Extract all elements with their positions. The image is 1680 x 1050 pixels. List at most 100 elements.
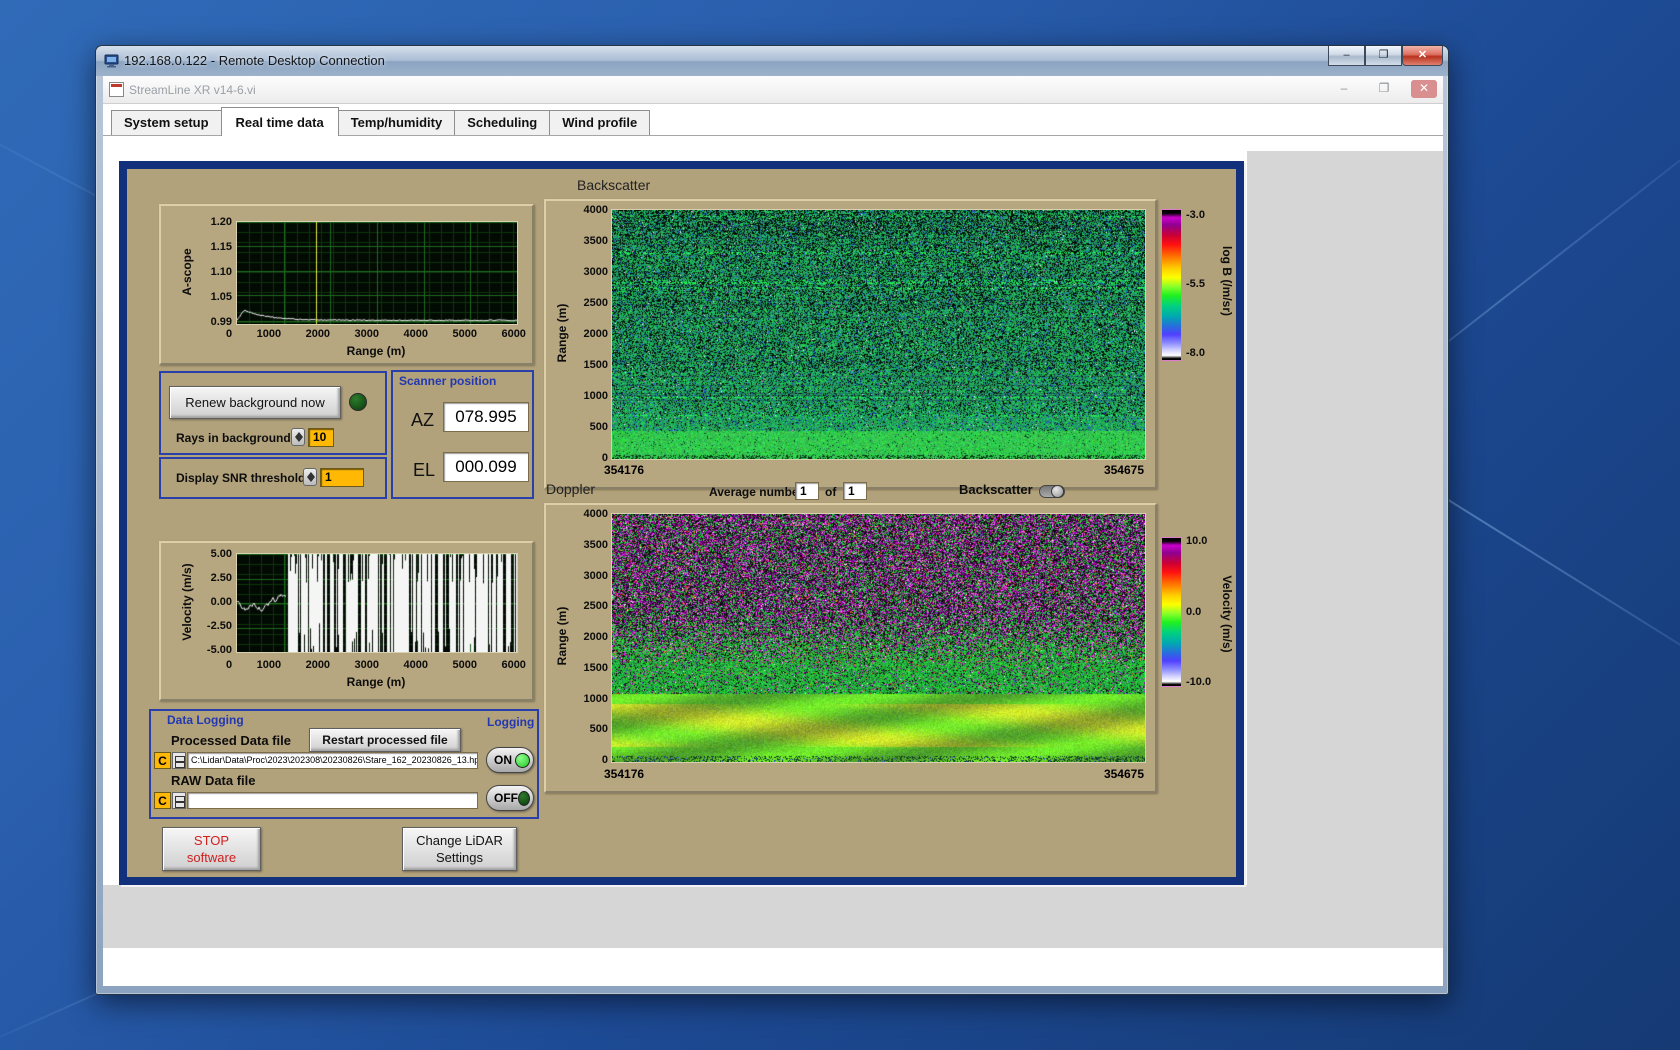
doppler-colorbar (1161, 537, 1182, 687)
rdp-close-button[interactable]: ✕ (1402, 46, 1443, 66)
change-lidar-line2: Settings (436, 849, 483, 866)
az-label: AZ (411, 410, 434, 431)
processed-path-field[interactable]: C:\Lidar\Data\Proc\2023\202308\20230826\… (187, 752, 478, 769)
on-label: ON (494, 753, 512, 767)
vi-window-title: StreamLine XR v14-6.vi (129, 83, 256, 97)
velocity-ylabel: Velocity (m/s) (180, 547, 194, 657)
snr-threshold-group: Display SNR threshold 1 (159, 457, 387, 499)
vi-bg-bottom (103, 885, 1443, 948)
rays-spinner[interactable] (291, 428, 305, 446)
logging-off-button[interactable]: OFF (486, 785, 534, 811)
tab-system-setup[interactable]: System setup (111, 110, 222, 135)
doppler-x-start: 354176 (604, 767, 644, 781)
doppler-ylabel: Range (m) (555, 581, 569, 691)
ascope-plot-canvas (236, 221, 518, 325)
logging-on-button[interactable]: ON (486, 747, 534, 773)
backscatter-colorbar (1161, 209, 1182, 361)
backscatter-colorbar-tick: -8.0 (1186, 347, 1226, 359)
change-lidar-settings-button[interactable]: Change LiDAR Settings (402, 827, 517, 871)
rdp-maximize-button[interactable]: ❐ (1365, 46, 1402, 66)
on-led (515, 753, 530, 768)
vi-titlebar[interactable]: StreamLine XR v14-6.vi – ❐ ✕ (103, 76, 1443, 104)
remote-session: StreamLine XR v14-6.vi – ❐ ✕ System setu… (103, 76, 1443, 986)
doppler-plot-canvas (611, 513, 1146, 763)
tab-scheduling[interactable]: Scheduling (454, 110, 550, 135)
el-value-field[interactable]: 000.099 (443, 452, 529, 482)
backscatter-x-start: 354176 (604, 463, 644, 477)
doppler-colorbar-label: Velocity (m/s) (1220, 559, 1234, 669)
vi-bg-right (1247, 151, 1443, 948)
doppler-y-ticks: 4000 3500 3000 2500 2000 1500 1000 500 0 (571, 508, 608, 766)
scanner-position-title: Scanner position (399, 374, 496, 388)
off-label: OFF (494, 791, 518, 805)
vi-restore-button[interactable]: ❐ (1371, 80, 1397, 98)
front-panel: 1.20 1.15 1.10 1.05 0.99 A-scope 0 1000 2000 30… (119, 161, 1244, 885)
renew-background-button[interactable]: Renew background now (169, 386, 341, 419)
ascope-ylabel: A-scope (180, 217, 194, 327)
rays-in-background-label: Rays in background (176, 431, 291, 445)
desktop-background: 192.168.0.122 - Remote Desktop Connectio… (0, 0, 1680, 1050)
tab-real-time-data[interactable]: Real time data (221, 107, 339, 136)
el-label: EL (413, 460, 435, 481)
doppler-x-end: 354675 (1064, 767, 1144, 781)
doppler-graph: 4000 3500 3000 2500 2000 1500 1000 500 0 Range (… (544, 503, 1157, 793)
backscatter-colorbar-label: log B (/m/sr) (1220, 226, 1234, 336)
logging-label: Logging (487, 715, 534, 729)
doppler-title: Doppler (546, 481, 595, 497)
rays-value-field[interactable]: 10 (308, 428, 334, 447)
snr-spinner[interactable] (303, 468, 317, 486)
off-led (518, 791, 530, 806)
backscatter-graph: 4000 3500 3000 2500 2000 1500 1000 500 0 Range (… (544, 199, 1157, 489)
raw-path-field[interactable] (187, 792, 478, 809)
velocity-xlabel: Range (m) (236, 675, 516, 689)
path-browse-icon[interactable] (172, 752, 186, 769)
data-logging-title: Data Logging (167, 713, 244, 727)
of-count-field[interactable]: 1 (843, 482, 867, 500)
path-browse-icon[interactable] (172, 792, 186, 809)
tab-wind-profile[interactable]: Wind profile (549, 110, 650, 135)
average-number-field[interactable]: 1 (795, 482, 819, 500)
velocity-x-ticks: 0 1000 2000 3000 4000 5000 6000 (226, 659, 526, 671)
snr-threshold-label: Display SNR threshold (176, 471, 305, 485)
average-number-label: Average number (709, 485, 803, 499)
data-logging-group: Data Logging Logging Processed Data file… (149, 709, 539, 819)
backscatter-toggle-label: Backscatter (959, 482, 1033, 497)
restart-processed-file-button[interactable]: Restart processed file (309, 728, 461, 752)
vi-close-button[interactable]: ✕ (1411, 80, 1437, 98)
tab-strip: System setup Real time data Temp/humidit… (103, 104, 1443, 136)
backscatter-plot-canvas (611, 209, 1146, 460)
backscatter-x-end: 354675 (1064, 463, 1144, 477)
backscatter-colorbar-tick: -3.0 (1186, 209, 1226, 221)
velocity-plot-canvas (236, 553, 518, 653)
doppler-colorbar-tick: 10.0 (1186, 535, 1226, 547)
backscatter-y-ticks: 4000 3500 3000 2500 2000 1500 1000 500 0 (571, 204, 608, 464)
rdp-minimize-button[interactable]: – (1328, 46, 1365, 66)
ascope-graph: 1.20 1.15 1.10 1.05 0.99 A-scope 0 1000 2000 30… (159, 204, 534, 365)
backscatter-ylabel: Range (m) (555, 278, 569, 388)
processed-data-file-label: Processed Data file (171, 733, 291, 748)
stop-software-line1: STOP (194, 832, 229, 849)
backscatter-toggle[interactable] (1039, 485, 1065, 498)
rdp-window: 192.168.0.122 - Remote Desktop Connectio… (95, 45, 1449, 995)
change-lidar-line1: Change LiDAR (416, 832, 503, 849)
renew-background-led (349, 393, 367, 411)
backscatter-title: Backscatter (577, 177, 650, 193)
rdp-icon (104, 53, 120, 69)
ascope-x-ticks: 0 1000 2000 3000 4000 5000 6000 (226, 328, 526, 340)
rdp-titlebar[interactable]: 192.168.0.122 - Remote Desktop Connectio… (96, 46, 1448, 76)
rdp-window-title: 192.168.0.122 - Remote Desktop Connectio… (124, 53, 385, 68)
raw-data-file-label: RAW Data file (171, 773, 256, 788)
snr-value-field[interactable]: 1 (320, 468, 364, 487)
stop-software-button[interactable]: STOP software (162, 827, 261, 871)
tab-temp-humidity[interactable]: Temp/humidity (338, 110, 455, 135)
vi-icon (109, 82, 124, 97)
velocity-graph: 5.00 2.50 0.00 -2.50 -5.00 Velocity (m/s) 01… (159, 541, 534, 701)
az-value-field[interactable]: 078.995 (443, 402, 529, 432)
drive-letter-box[interactable]: C (154, 752, 171, 769)
scanner-position-group: Scanner position AZ 078.995 EL 000.099 (391, 370, 534, 499)
renew-background-group: Renew background now Rays in background … (159, 371, 387, 455)
vi-minimize-button[interactable]: – (1331, 80, 1357, 98)
drive-letter-box[interactable]: C (154, 792, 171, 809)
vi-background: 1.20 1.15 1.10 1.05 0.99 A-scope 0 1000 2000 30… (103, 136, 1443, 948)
of-label: of (825, 485, 836, 499)
